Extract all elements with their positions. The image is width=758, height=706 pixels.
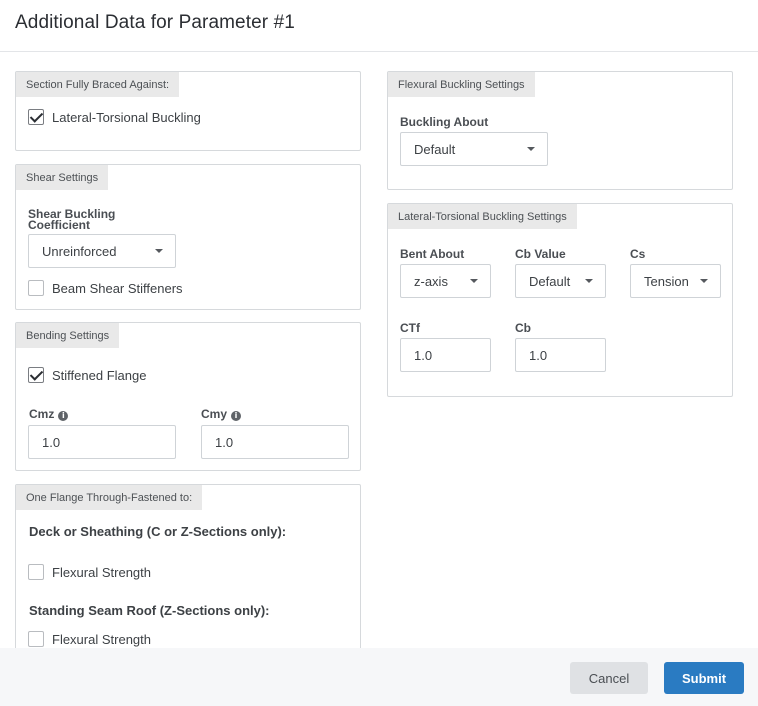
modal-footer: Cancel Submit	[0, 648, 758, 706]
shear-coefficient-label-line2: Coefficient	[28, 218, 91, 232]
flexural-buckling-panel-header: Flexural Buckling Settings	[388, 72, 535, 97]
shear-coefficient-label: Shear Buckling Coefficient	[28, 208, 138, 232]
bending-panel-header: Bending Settings	[16, 323, 120, 348]
cs-value: Tension	[644, 273, 689, 289]
flexural-buckling-panel: Flexural Buckling Settings Buckling Abou…	[387, 71, 733, 190]
buckling-about-select[interactable]: Default	[400, 132, 548, 166]
ctf-value: 1.0	[414, 347, 433, 363]
flange-fastened-panel: One Flange Through-Fastened to: Deck or …	[15, 484, 361, 648]
shear-coefficient-value: Unreinforced	[42, 243, 117, 259]
ctf-input[interactable]: 1.0	[400, 338, 491, 372]
beam-shear-stiffeners-checkbox[interactable]	[28, 280, 44, 296]
deck-flexural-checkbox[interactable]	[28, 564, 44, 580]
deck-flexural-row[interactable]: Flexural Strength	[28, 564, 151, 580]
braced-panel: Section Fully Braced Against: Lateral-To…	[15, 71, 361, 151]
caret-down-icon	[585, 279, 593, 283]
cmy-label: Cmy i	[201, 407, 242, 421]
caret-down-icon	[700, 279, 708, 283]
standing-seam-heading: Standing Seam Roof (Z-Sections only):	[29, 603, 270, 618]
stiffened-flange-checkbox[interactable]	[28, 367, 44, 383]
shear-panel: Shear Settings Shear Buckling Coefficien…	[15, 164, 361, 310]
caret-down-icon	[155, 249, 163, 253]
cmy-value: 1.0	[215, 434, 234, 450]
stiffened-flange-label: Stiffened Flange	[52, 367, 147, 383]
braced-panel-header: Section Fully Braced Against:	[16, 72, 180, 97]
shear-panel-header: Shear Settings	[16, 165, 109, 190]
seam-flexural-checkbox[interactable]	[28, 631, 44, 647]
cmz-value: 1.0	[42, 434, 61, 450]
bent-about-label: Bent About	[400, 247, 465, 261]
cmy-input[interactable]: 1.0	[201, 425, 349, 459]
ctf-label: CTf	[400, 321, 420, 335]
seam-flexural-label: Flexural Strength	[52, 631, 151, 647]
cb-label: Cb	[515, 321, 531, 335]
submit-button[interactable]: Submit	[664, 662, 744, 694]
modal-title: Additional Data for Parameter #1	[15, 12, 295, 33]
cmz-label: Cmz i	[29, 407, 69, 421]
modal-header: Additional Data for Parameter #1	[0, 0, 758, 52]
cb-input-value: 1.0	[529, 347, 548, 363]
info-icon[interactable]: i	[231, 411, 242, 421]
cancel-button[interactable]: Cancel	[570, 662, 648, 694]
cs-select[interactable]: Tension	[630, 264, 721, 298]
cmy-label-text: Cmy	[201, 407, 228, 421]
deck-flexural-label: Flexural Strength	[52, 564, 151, 580]
caret-down-icon	[527, 147, 535, 151]
buckling-about-label: Buckling About	[400, 115, 489, 129]
cb-value-select[interactable]: Default	[515, 264, 606, 298]
cb-value-label: Cb Value	[515, 247, 566, 261]
bent-about-value: z-axis	[414, 273, 448, 289]
seam-flexural-row[interactable]: Flexural Strength	[28, 631, 151, 647]
flange-fastened-panel-header: One Flange Through-Fastened to:	[16, 485, 203, 510]
stiffened-flange-row[interactable]: Stiffened Flange	[28, 367, 146, 383]
modal-body: Section Fully Braced Against: Lateral-To…	[0, 52, 758, 648]
shear-coefficient-select[interactable]: Unreinforced	[28, 234, 176, 268]
ltb-settings-panel: Lateral-Torsional Buckling Settings Bent…	[387, 203, 733, 397]
ltb-checkbox-row[interactable]: Lateral-Torsional Buckling	[28, 109, 201, 125]
cmz-input[interactable]: 1.0	[28, 425, 176, 459]
beam-shear-stiffeners-row[interactable]: Beam Shear Stiffeners	[28, 280, 183, 296]
deck-sheathing-heading: Deck or Sheathing (C or Z-Sections only)…	[29, 524, 287, 539]
bent-about-select[interactable]: z-axis	[400, 264, 491, 298]
buckling-about-value: Default	[414, 141, 456, 157]
ltb-checkbox-label: Lateral-Torsional Buckling	[52, 109, 201, 125]
cs-label: Cs	[630, 247, 646, 261]
info-icon[interactable]: i	[58, 411, 69, 421]
ltb-checkbox[interactable]	[28, 109, 44, 125]
caret-down-icon	[470, 279, 478, 283]
bending-panel: Bending Settings Stiffened Flange Cmz i 1…	[15, 322, 361, 471]
ltb-settings-panel-header: Lateral-Torsional Buckling Settings	[388, 204, 577, 229]
beam-shear-stiffeners-label: Beam Shear Stiffeners	[52, 280, 183, 296]
cb-input[interactable]: 1.0	[515, 338, 606, 372]
cmz-label-text: Cmz	[29, 407, 55, 421]
cb-value-value: Default	[529, 273, 571, 289]
